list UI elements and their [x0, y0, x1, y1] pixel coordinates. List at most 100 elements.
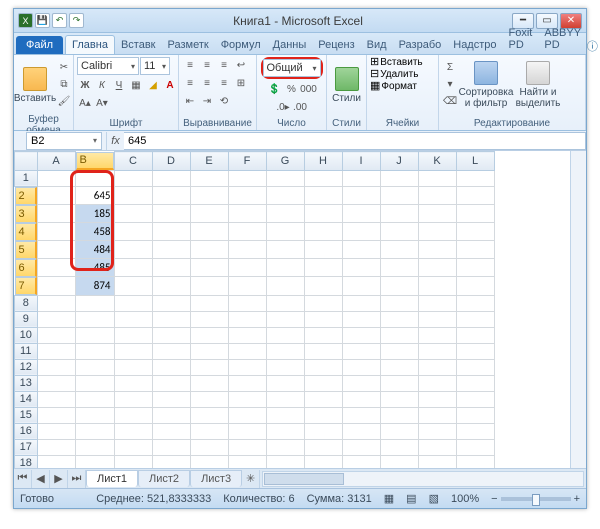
- row-header[interactable]: 14: [15, 391, 38, 407]
- view-normal-icon[interactable]: ▦: [384, 492, 394, 505]
- sheet-nav-first-icon[interactable]: ⏮: [14, 470, 32, 488]
- tab-view[interactable]: Вид: [361, 36, 393, 54]
- col-header[interactable]: L: [456, 152, 494, 171]
- cell[interactable]: [152, 241, 190, 259]
- cell[interactable]: [266, 343, 304, 359]
- cell[interactable]: [380, 295, 418, 311]
- cell[interactable]: [380, 259, 418, 277]
- sheet-tab-3[interactable]: Лист3: [190, 470, 242, 487]
- cell[interactable]: [456, 186, 494, 205]
- row-header[interactable]: 12: [15, 359, 38, 375]
- fx-button[interactable]: fx: [106, 132, 124, 150]
- cell[interactable]: [266, 407, 304, 423]
- select-all-corner[interactable]: [15, 152, 38, 171]
- cell[interactable]: [266, 205, 304, 223]
- cell[interactable]: [456, 205, 494, 223]
- cell[interactable]: [75, 327, 114, 343]
- cell[interactable]: [37, 277, 75, 296]
- sheet-nav-next-icon[interactable]: ▶: [50, 470, 68, 488]
- view-layout-icon[interactable]: ▤: [406, 492, 416, 505]
- cell[interactable]: [418, 241, 456, 259]
- cell[interactable]: [75, 170, 114, 186]
- cell[interactable]: [304, 241, 342, 259]
- align-right-icon[interactable]: ≡: [216, 75, 232, 91]
- orientation-icon[interactable]: ⟲: [216, 93, 232, 109]
- cell[interactable]: [75, 375, 114, 391]
- cell[interactable]: [114, 205, 152, 223]
- underline-icon[interactable]: Ч: [111, 77, 127, 93]
- cell[interactable]: [342, 407, 380, 423]
- cell[interactable]: 485: [75, 259, 114, 277]
- cell[interactable]: [304, 375, 342, 391]
- cell[interactable]: [456, 295, 494, 311]
- cell[interactable]: [114, 311, 152, 327]
- tab-layout[interactable]: Разметк: [162, 36, 215, 54]
- cell[interactable]: [266, 295, 304, 311]
- row-header[interactable]: 15: [15, 407, 38, 423]
- cell[interactable]: [190, 343, 228, 359]
- cell[interactable]: [190, 295, 228, 311]
- align-left-icon[interactable]: ≡: [182, 75, 198, 91]
- cell[interactable]: [380, 277, 418, 296]
- cell[interactable]: [304, 359, 342, 375]
- wrap-text-icon[interactable]: ↩: [233, 57, 249, 73]
- cell[interactable]: [380, 375, 418, 391]
- cell[interactable]: [190, 407, 228, 423]
- cell[interactable]: [342, 311, 380, 327]
- cell[interactable]: [304, 343, 342, 359]
- cell[interactable]: [75, 423, 114, 439]
- cell[interactable]: [37, 455, 75, 468]
- cell-styles-button[interactable]: Стили: [330, 57, 363, 113]
- cell[interactable]: [266, 391, 304, 407]
- fill-color-icon[interactable]: ◢: [145, 77, 161, 93]
- row-header[interactable]: 17: [15, 439, 38, 455]
- vertical-scrollbar[interactable]: [570, 151, 586, 468]
- cell[interactable]: [37, 241, 75, 259]
- col-header[interactable]: J: [380, 152, 418, 171]
- redo-icon[interactable]: ↷: [69, 13, 84, 28]
- cell[interactable]: [152, 455, 190, 468]
- cell[interactable]: [342, 295, 380, 311]
- cell[interactable]: [228, 241, 266, 259]
- cell-grid[interactable]: ABCDEFGHIJKL1264531854458548464857874891…: [14, 151, 570, 468]
- cell[interactable]: [228, 455, 266, 468]
- cell[interactable]: [304, 391, 342, 407]
- cell[interactable]: [190, 375, 228, 391]
- align-center-icon[interactable]: ≡: [199, 75, 215, 91]
- sheet-tab-1[interactable]: Лист1: [86, 470, 138, 487]
- cell[interactable]: [152, 327, 190, 343]
- cell[interactable]: [304, 186, 342, 205]
- cell[interactable]: [190, 455, 228, 468]
- cell[interactable]: 645: [75, 186, 114, 205]
- cell[interactable]: [380, 423, 418, 439]
- cell[interactable]: [456, 455, 494, 468]
- cell[interactable]: [418, 375, 456, 391]
- cell[interactable]: [342, 205, 380, 223]
- comma-icon[interactable]: 000: [301, 81, 317, 97]
- cell[interactable]: [304, 170, 342, 186]
- cell[interactable]: [266, 455, 304, 468]
- cell[interactable]: 484: [75, 241, 114, 259]
- cell[interactable]: [342, 241, 380, 259]
- row-header[interactable]: 2: [15, 187, 37, 205]
- delete-cells-button[interactable]: ⊟Удалить: [370, 69, 418, 80]
- cell[interactable]: [152, 170, 190, 186]
- cell[interactable]: [266, 327, 304, 343]
- cell[interactable]: [342, 277, 380, 296]
- cell[interactable]: [152, 277, 190, 296]
- tab-insert[interactable]: Вставк: [115, 36, 162, 54]
- cell[interactable]: [380, 439, 418, 455]
- cell[interactable]: [418, 295, 456, 311]
- cell[interactable]: [228, 205, 266, 223]
- align-top-icon[interactable]: ≡: [182, 57, 198, 73]
- cell[interactable]: [380, 170, 418, 186]
- cell[interactable]: [190, 170, 228, 186]
- cell[interactable]: [380, 223, 418, 241]
- cell[interactable]: [228, 327, 266, 343]
- cell[interactable]: [304, 455, 342, 468]
- cell[interactable]: [418, 259, 456, 277]
- row-header[interactable]: 18: [15, 455, 38, 468]
- row-header[interactable]: 16: [15, 423, 38, 439]
- merge-icon[interactable]: ⊞: [233, 75, 249, 91]
- insert-cells-button[interactable]: ⊞Вставить: [370, 57, 423, 68]
